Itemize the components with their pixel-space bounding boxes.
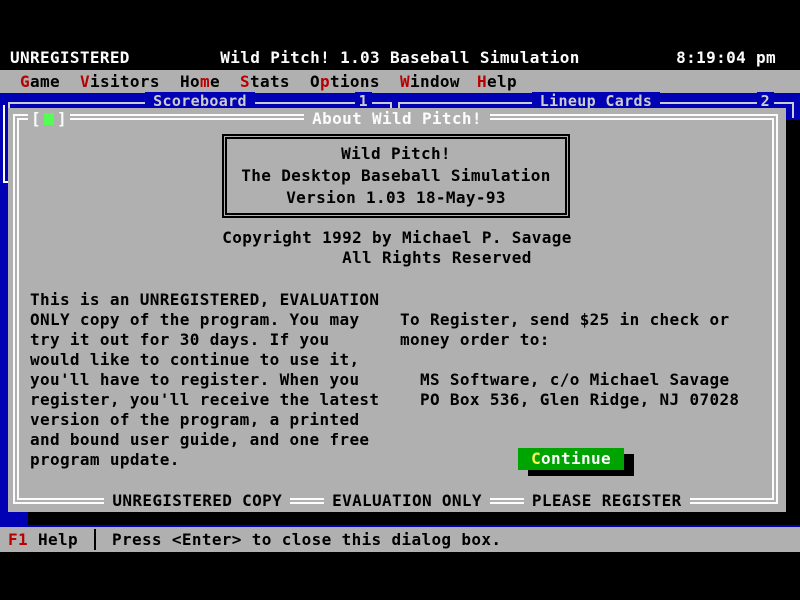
status-message: Press <Enter> to close this dialog box.: [112, 527, 501, 552]
about-dialog: About Wild Pitch! [] Wild Pitch! The Des…: [8, 108, 786, 512]
continue-button[interactable]: Continue: [518, 448, 624, 470]
menu-home[interactable]: Home: [180, 70, 220, 93]
program-info-box: Wild Pitch! The Desktop Baseball Simulat…: [222, 134, 570, 218]
menu-visitors[interactable]: Visitors: [80, 70, 160, 93]
dialog-shadow: [28, 512, 800, 525]
menu-window[interactable]: Window: [400, 70, 460, 93]
menu-stats[interactable]: Stats: [240, 70, 290, 93]
dialog-footer: UNREGISTERED COPY EVALUATION ONLY PLEASE…: [8, 490, 786, 512]
footer-unregistered: UNREGISTERED COPY: [104, 490, 290, 512]
dos-screen: UNREGISTERED Wild Pitch! 1.03 Baseball S…: [0, 0, 800, 600]
clock: 8:19:04 pm: [676, 46, 776, 70]
menu-bar: Game Visitors Home Stats Options Window …: [0, 70, 800, 93]
help-hotkey-label[interactable]: Help: [38, 527, 78, 552]
menu-game[interactable]: Game: [20, 70, 60, 93]
menu-options[interactable]: Options: [310, 70, 380, 93]
status-divider: [94, 529, 96, 550]
registration-info-text: To Register, send $25 in check or money …: [400, 310, 739, 410]
help-hotkey[interactable]: F1: [8, 527, 28, 552]
close-glyph: [44, 113, 54, 125]
app-title-bar: UNREGISTERED Wild Pitch! 1.03 Baseball S…: [0, 46, 800, 70]
footer-register: PLEASE REGISTER: [524, 490, 690, 512]
status-bar: F1 Help Press <Enter> to close this dial…: [0, 527, 800, 552]
evaluation-notice-text: This is an UNREGISTERED, EVALUATION ONLY…: [30, 290, 379, 470]
copyright-text: Copyright 1992 by Michael P. Savage All …: [8, 228, 786, 268]
program-tagline: The Desktop Baseball Simulation: [227, 165, 565, 187]
menu-help[interactable]: Help: [477, 70, 517, 93]
program-version: Version 1.03 18-May-93: [227, 187, 565, 209]
dialog-title: About Wild Pitch!: [8, 108, 786, 130]
footer-evaluation: EVALUATION ONLY: [324, 490, 490, 512]
dialog-shadow: [786, 120, 800, 524]
close-icon[interactable]: []: [28, 108, 70, 130]
window-frame-edge: [3, 105, 5, 183]
program-name: Wild Pitch!: [227, 143, 565, 165]
